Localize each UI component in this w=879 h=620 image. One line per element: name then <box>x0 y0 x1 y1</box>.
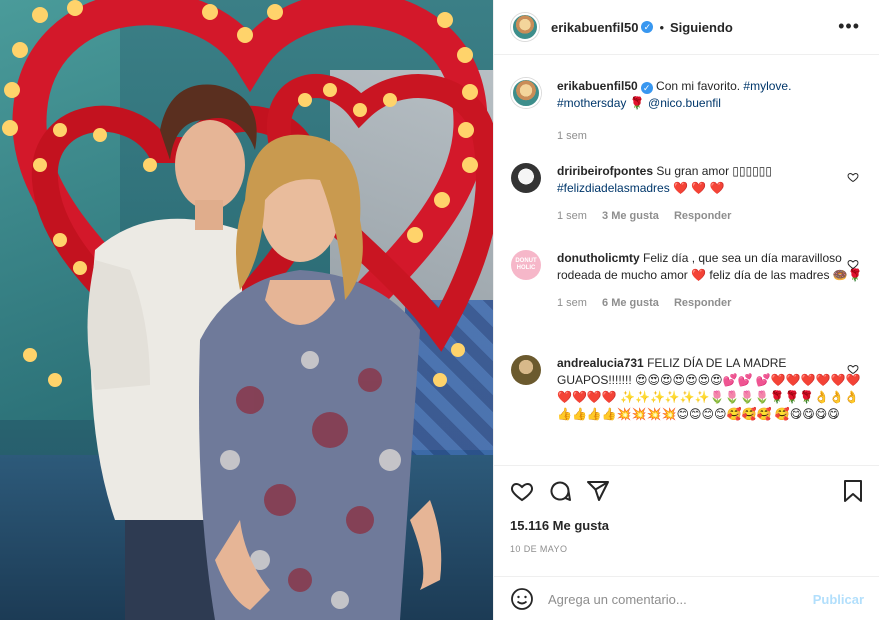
comment-likes[interactable]: 3 Me gusta <box>602 210 659 222</box>
commenter-avatar[interactable]: DONUT HOLIC <box>511 250 541 280</box>
photo-illustration <box>2 0 493 620</box>
comments-list: erikabuenfil50 ✓ Con mi favorito. #mylove… <box>494 56 879 464</box>
mention-link[interactable]: @nico.buenfil <box>648 96 721 110</box>
hashtag-link[interactable]: #mothersday <box>557 96 626 110</box>
caption-username[interactable]: erikabuenfil50 <box>557 79 638 93</box>
hashtag-link[interactable]: #mylove. <box>743 79 791 93</box>
heart-emoji: ❤️ <box>691 268 707 282</box>
action-icons <box>510 479 610 503</box>
caption-body: erikabuenfil50 ✓ Con mi favorito. #mylove… <box>557 78 863 112</box>
share-icon[interactable] <box>586 479 610 503</box>
like-comment-heart-icon[interactable] <box>847 171 859 183</box>
commenter-avatar[interactable] <box>511 163 541 193</box>
emoji-icon[interactable] <box>510 587 534 611</box>
more-options-icon[interactable]: ••• <box>838 16 860 37</box>
post-date[interactable]: 10 DE MAYO <box>510 544 567 554</box>
comment-username[interactable]: donutholicmty <box>557 251 640 265</box>
verified-badge-icon: ✓ <box>641 21 654 33</box>
post-header: erikabuenfil50 ✓ • Siguiendo ••• <box>494 0 879 55</box>
comment-input[interactable] <box>548 591 813 607</box>
separator-dot: • <box>659 19 664 35</box>
verified-badge-icon: ✓ <box>640 82 653 94</box>
emoji-line: 🥰😋😋😋😋 <box>774 407 840 421</box>
author-avatar[interactable] <box>511 78 541 108</box>
comment-item: andrealucia731 FELIZ DÍA DE LA MADRE GUA… <box>511 355 863 423</box>
comment-item: DONUT HOLIC donutholicmty Feliz día , qu… <box>511 250 863 309</box>
comment-text: Su gran amor ▯▯▯▯▯▯ <box>656 164 773 178</box>
comment-time[interactable]: 1 sem <box>557 210 587 222</box>
like-comment-heart-icon[interactable] <box>847 363 859 375</box>
like-count[interactable]: 15.116 Me gusta <box>510 518 609 533</box>
bookmark-button[interactable] <box>842 479 864 503</box>
comment-meta: 1 sem 6 Me gusta Responder <box>557 297 863 309</box>
publish-button[interactable]: Publicar <box>813 592 864 607</box>
heart-icon[interactable] <box>510 479 534 503</box>
comment-likes[interactable]: 6 Me gusta <box>602 297 659 309</box>
comment-time[interactable]: 1 sem <box>557 297 587 309</box>
follow-status-button[interactable]: Siguiendo <box>670 20 733 35</box>
emoji-line: ✨✨✨✨✨✨🌷🌷🌷🌷🌹🌹🌹👌👌👌 <box>620 390 860 404</box>
comment-item: driribeirofpontes Su gran amor ▯▯▯▯▯▯ #f… <box>511 163 863 222</box>
emoji-line: 😍😍😍😍😍😍😍💕💕 <box>635 373 753 387</box>
author-username[interactable]: erikabuenfil50 <box>551 20 638 35</box>
hashtag-link[interactable]: #felizdiadelasmadres <box>557 181 670 195</box>
comment-body: andrealucia731 FELIZ DÍA DE LA MADRE GUA… <box>557 355 863 423</box>
caption-time[interactable]: 1 sem <box>557 130 587 142</box>
comment-icon[interactable] <box>548 479 572 503</box>
heart-emojis: ❤️ ❤️ ❤️ <box>673 181 725 195</box>
add-comment-bar: Publicar <box>494 576 879 620</box>
comment-username[interactable]: driribeirofpontes <box>557 164 653 178</box>
caption-meta: 1 sem <box>557 130 863 142</box>
reply-button[interactable]: Responder <box>674 210 731 222</box>
caption-text: Con mi favorito. <box>656 79 741 93</box>
avatar-logo-text: DONUT HOLIC <box>515 258 537 271</box>
post-actions: 15.116 Me gusta 10 DE MAYO Publicar <box>494 465 879 620</box>
reply-button[interactable]: Responder <box>674 297 731 309</box>
post-photo[interactable] <box>0 0 493 620</box>
emoji-line: 👍👍👍👍💥💥💥💥😊😊😊😊🥰🥰🥰 <box>557 407 772 421</box>
bookmark-icon[interactable] <box>842 479 864 503</box>
donut-rose-emojis: 🍩🌹 <box>832 268 863 282</box>
rose-emoji: 🌹 <box>629 96 645 110</box>
comment-body: driribeirofpontes Su gran amor ▯▯▯▯▯▯ #f… <box>557 163 863 197</box>
person-woman <box>199 134 442 620</box>
comment-username[interactable]: andrealucia731 <box>557 356 644 370</box>
like-comment-heart-icon[interactable] <box>847 258 859 270</box>
author-avatar[interactable] <box>511 13 539 41</box>
post-side-panel: erikabuenfil50 ✓ • Siguiendo ••• erikabu… <box>493 0 879 620</box>
commenter-avatar[interactable] <box>511 355 541 385</box>
comment-body: donutholicmty Feliz día , que sea un día… <box>557 250 863 284</box>
caption: erikabuenfil50 ✓ Con mi favorito. #mylove… <box>511 78 863 142</box>
comment-meta: 1 sem 3 Me gusta Responder <box>557 210 863 222</box>
comment-text-2: feliz día de las madres <box>709 268 830 282</box>
